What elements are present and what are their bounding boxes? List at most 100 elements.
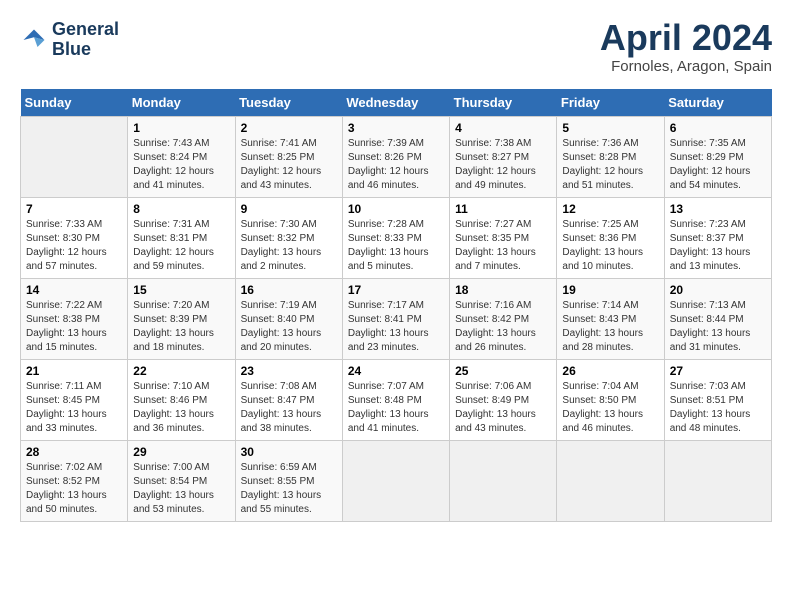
sunrise-text: Sunrise: 7:35 AM — [670, 137, 766, 151]
daylight-text: Daylight: 13 hours and 26 minutes. — [455, 327, 551, 355]
calendar-cell: 4 Sunrise: 7:38 AM Sunset: 8:27 PM Dayli… — [450, 117, 557, 198]
sunrise-text: Sunrise: 7:11 AM — [26, 380, 122, 394]
daylight-text: Daylight: 12 hours and 57 minutes. — [26, 246, 122, 274]
sunrise-text: Sunrise: 7:07 AM — [348, 380, 444, 394]
day-info: Sunrise: 7:16 AM Sunset: 8:42 PM Dayligh… — [455, 299, 551, 355]
daylight-text: Daylight: 13 hours and 53 minutes. — [133, 489, 229, 517]
daylight-text: Daylight: 13 hours and 50 minutes. — [26, 489, 122, 517]
day-number: 26 — [562, 364, 658, 378]
day-number: 5 — [562, 121, 658, 135]
daylight-text: Daylight: 12 hours and 43 minutes. — [241, 165, 337, 193]
calendar-cell: 1 Sunrise: 7:43 AM Sunset: 8:24 PM Dayli… — [128, 117, 235, 198]
sunset-text: Sunset: 8:40 PM — [241, 313, 337, 327]
day-number: 30 — [241, 445, 337, 459]
day-number: 8 — [133, 202, 229, 216]
sunset-text: Sunset: 8:25 PM — [241, 151, 337, 165]
day-info: Sunrise: 7:03 AM Sunset: 8:51 PM Dayligh… — [670, 380, 766, 436]
logo-icon — [20, 26, 48, 54]
daylight-text: Daylight: 12 hours and 46 minutes. — [348, 165, 444, 193]
calendar-table: SundayMondayTuesdayWednesdayThursdayFrid… — [20, 89, 772, 522]
day-number: 25 — [455, 364, 551, 378]
day-number: 22 — [133, 364, 229, 378]
daylight-text: Daylight: 13 hours and 38 minutes. — [241, 408, 337, 436]
sunset-text: Sunset: 8:38 PM — [26, 313, 122, 327]
calendar-cell: 16 Sunrise: 7:19 AM Sunset: 8:40 PM Dayl… — [235, 279, 342, 360]
daylight-text: Daylight: 12 hours and 54 minutes. — [670, 165, 766, 193]
calendar-cell: 18 Sunrise: 7:16 AM Sunset: 8:42 PM Dayl… — [450, 279, 557, 360]
day-number: 14 — [26, 283, 122, 297]
day-info: Sunrise: 7:30 AM Sunset: 8:32 PM Dayligh… — [241, 218, 337, 274]
sunset-text: Sunset: 8:41 PM — [348, 313, 444, 327]
daylight-text: Daylight: 13 hours and 48 minutes. — [670, 408, 766, 436]
calendar-cell: 13 Sunrise: 7:23 AM Sunset: 8:37 PM Dayl… — [664, 198, 771, 279]
day-number: 12 — [562, 202, 658, 216]
sunset-text: Sunset: 8:32 PM — [241, 232, 337, 246]
day-info: Sunrise: 7:39 AM Sunset: 8:26 PM Dayligh… — [348, 137, 444, 193]
calendar-cell: 15 Sunrise: 7:20 AM Sunset: 8:39 PM Dayl… — [128, 279, 235, 360]
sunrise-text: Sunrise: 7:10 AM — [133, 380, 229, 394]
daylight-text: Daylight: 13 hours and 31 minutes. — [670, 327, 766, 355]
day-number: 21 — [26, 364, 122, 378]
day-info: Sunrise: 7:31 AM Sunset: 8:31 PM Dayligh… — [133, 218, 229, 274]
daylight-text: Daylight: 13 hours and 28 minutes. — [562, 327, 658, 355]
day-info: Sunrise: 7:11 AM Sunset: 8:45 PM Dayligh… — [26, 380, 122, 436]
sunrise-text: Sunrise: 7:23 AM — [670, 218, 766, 232]
weekday-header: Thursday — [450, 89, 557, 117]
calendar-cell: 25 Sunrise: 7:06 AM Sunset: 8:49 PM Dayl… — [450, 360, 557, 441]
day-number: 1 — [133, 121, 229, 135]
calendar-cell: 9 Sunrise: 7:30 AM Sunset: 8:32 PM Dayli… — [235, 198, 342, 279]
sunrise-text: Sunrise: 7:00 AM — [133, 461, 229, 475]
calendar-cell — [21, 117, 128, 198]
weekday-header: Tuesday — [235, 89, 342, 117]
sunset-text: Sunset: 8:54 PM — [133, 475, 229, 489]
day-info: Sunrise: 7:13 AM Sunset: 8:44 PM Dayligh… — [670, 299, 766, 355]
sunrise-text: Sunrise: 7:20 AM — [133, 299, 229, 313]
sunset-text: Sunset: 8:24 PM — [133, 151, 229, 165]
daylight-text: Daylight: 13 hours and 23 minutes. — [348, 327, 444, 355]
day-info: Sunrise: 7:04 AM Sunset: 8:50 PM Dayligh… — [562, 380, 658, 436]
sunrise-text: Sunrise: 7:38 AM — [455, 137, 551, 151]
sunrise-text: Sunrise: 7:25 AM — [562, 218, 658, 232]
day-number: 9 — [241, 202, 337, 216]
day-info: Sunrise: 6:59 AM Sunset: 8:55 PM Dayligh… — [241, 461, 337, 517]
day-info: Sunrise: 7:20 AM Sunset: 8:39 PM Dayligh… — [133, 299, 229, 355]
day-info: Sunrise: 7:38 AM Sunset: 8:27 PM Dayligh… — [455, 137, 551, 193]
daylight-text: Daylight: 13 hours and 2 minutes. — [241, 246, 337, 274]
calendar-cell: 30 Sunrise: 6:59 AM Sunset: 8:55 PM Dayl… — [235, 441, 342, 522]
sunset-text: Sunset: 8:45 PM — [26, 394, 122, 408]
logo: General Blue — [20, 20, 119, 60]
sunset-text: Sunset: 8:50 PM — [562, 394, 658, 408]
title-block: April 2024 Fornoles, Aragon, Spain — [600, 20, 772, 75]
calendar-cell: 23 Sunrise: 7:08 AM Sunset: 8:47 PM Dayl… — [235, 360, 342, 441]
daylight-text: Daylight: 12 hours and 41 minutes. — [133, 165, 229, 193]
calendar-cell: 2 Sunrise: 7:41 AM Sunset: 8:25 PM Dayli… — [235, 117, 342, 198]
page-header: General Blue April 2024 Fornoles, Aragon… — [20, 20, 772, 75]
daylight-text: Daylight: 13 hours and 33 minutes. — [26, 408, 122, 436]
day-info: Sunrise: 7:33 AM Sunset: 8:30 PM Dayligh… — [26, 218, 122, 274]
day-number: 20 — [670, 283, 766, 297]
sunset-text: Sunset: 8:49 PM — [455, 394, 551, 408]
sunrise-text: Sunrise: 7:33 AM — [26, 218, 122, 232]
calendar-cell: 12 Sunrise: 7:25 AM Sunset: 8:36 PM Dayl… — [557, 198, 664, 279]
calendar-cell: 28 Sunrise: 7:02 AM Sunset: 8:52 PM Dayl… — [21, 441, 128, 522]
sunset-text: Sunset: 8:30 PM — [26, 232, 122, 246]
weekday-header: Wednesday — [342, 89, 449, 117]
calendar-cell: 24 Sunrise: 7:07 AM Sunset: 8:48 PM Dayl… — [342, 360, 449, 441]
day-info: Sunrise: 7:10 AM Sunset: 8:46 PM Dayligh… — [133, 380, 229, 436]
calendar-cell: 17 Sunrise: 7:17 AM Sunset: 8:41 PM Dayl… — [342, 279, 449, 360]
calendar-cell — [342, 441, 449, 522]
sunset-text: Sunset: 8:35 PM — [455, 232, 551, 246]
sunrise-text: Sunrise: 7:39 AM — [348, 137, 444, 151]
sunset-text: Sunset: 8:37 PM — [670, 232, 766, 246]
day-number: 29 — [133, 445, 229, 459]
daylight-text: Daylight: 13 hours and 41 minutes. — [348, 408, 444, 436]
calendar-cell: 26 Sunrise: 7:04 AM Sunset: 8:50 PM Dayl… — [557, 360, 664, 441]
day-info: Sunrise: 7:14 AM Sunset: 8:43 PM Dayligh… — [562, 299, 658, 355]
day-number: 18 — [455, 283, 551, 297]
day-number: 24 — [348, 364, 444, 378]
sunrise-text: Sunrise: 7:43 AM — [133, 137, 229, 151]
day-info: Sunrise: 7:06 AM Sunset: 8:49 PM Dayligh… — [455, 380, 551, 436]
sunset-text: Sunset: 8:47 PM — [241, 394, 337, 408]
sunrise-text: Sunrise: 6:59 AM — [241, 461, 337, 475]
calendar-cell: 14 Sunrise: 7:22 AM Sunset: 8:38 PM Dayl… — [21, 279, 128, 360]
